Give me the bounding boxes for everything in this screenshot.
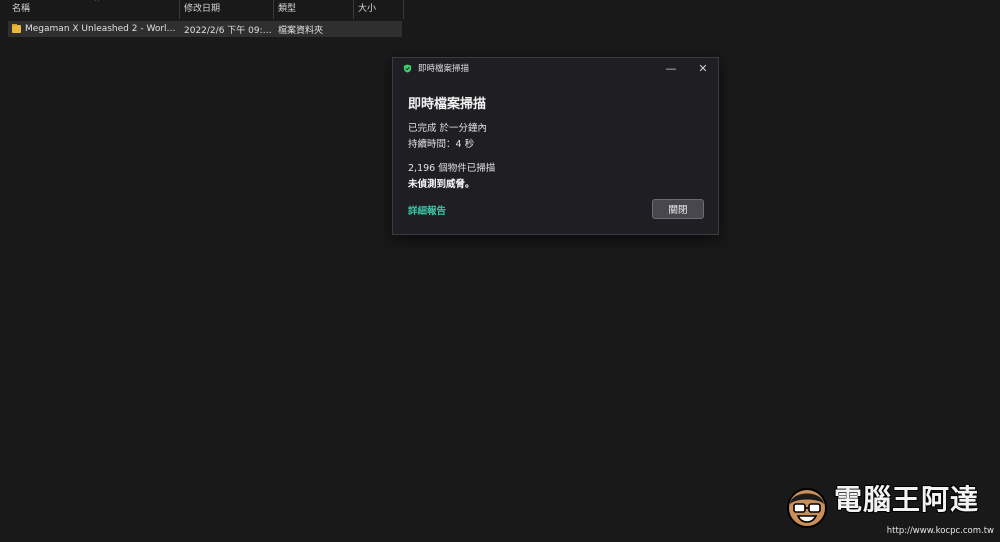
file-list-header: 名稱 ^ 修改日期 類型 大小 [8,0,404,19]
column-header-date[interactable]: 修改日期 [180,0,274,19]
scan-result-dialog: 即時檔案掃描 — ✕ 即時檔案掃描 已完成 於一分鐘內 持續時間：4 秒 2,1… [392,57,719,235]
file-name: Megaman X Unleashed 2 - Worlds Uni... [25,24,180,34]
column-header-name[interactable]: 名稱 ^ [8,0,180,19]
scan-duration-text: 持續時間：4 秒 [408,139,475,150]
detailed-report-link[interactable]: 詳細報告 [408,203,446,217]
dialog-heading: 即時檔案掃描 [408,97,487,112]
scan-result-text: 未偵測到威脅。 [408,179,475,190]
scan-completed-text: 已完成 於一分鐘內 [408,123,488,134]
column-date-label: 修改日期 [184,4,221,14]
file-date: 2022/2/6 下午 09:49 [184,25,274,36]
column-name-label: 名稱 [12,4,31,14]
dialog-titlebar[interactable]: 即時檔案掃描 — ✕ [393,58,718,78]
file-list-row[interactable]: Megaman X Unleashed 2 - Worlds Uni... 20… [8,21,402,37]
mascot-logo [787,488,827,528]
column-size-label: 大小 [358,4,377,14]
file-type: 檔案資料夾 [278,25,324,36]
watermark: 電腦王阿達 http://www.kocpc.com.tw [784,481,994,536]
file-name-cell: Megaman X Unleashed 2 - Worlds Uni... [8,24,180,34]
watermark-name: 電腦王阿達 [834,483,980,516]
scanned-count-text: 2,196 個物件已掃描 [408,163,496,174]
folder-icon [12,24,21,33]
column-header-size[interactable]: 大小 [354,0,404,19]
close-icon[interactable]: ✕ [694,59,712,77]
column-type-label: 類型 [278,4,297,14]
close-button[interactable]: 關閉 [652,199,704,219]
shield-icon [403,63,412,73]
column-header-type[interactable]: 類型 [274,0,354,19]
minimize-icon[interactable]: — [662,59,680,77]
sort-ascending-icon: ^ [94,0,100,6]
watermark-url: http://www.kocpc.com.tw [886,526,994,536]
